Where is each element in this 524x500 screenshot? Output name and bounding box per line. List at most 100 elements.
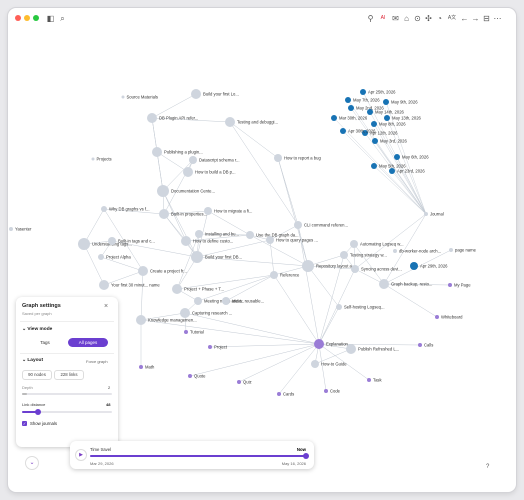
graph-node-dot[interactable] xyxy=(99,280,109,290)
forward-arrow-icon[interactable]: → xyxy=(471,14,480,23)
graph-node[interactable]: How-to Guide xyxy=(311,360,347,368)
graph-node-dot[interactable] xyxy=(172,284,182,294)
journal-node[interactable]: Mar 30th, 2026 xyxy=(331,115,368,121)
graph-node[interactable]: Documentation Cente... xyxy=(157,185,215,197)
play-button[interactable]: ▶ xyxy=(75,449,87,461)
graph-node[interactable]: Journal xyxy=(424,212,444,217)
journal-node-dot[interactable] xyxy=(340,128,346,134)
graph-node[interactable]: Project xyxy=(208,345,228,350)
graph-node[interactable]: Math xyxy=(139,365,155,370)
graph-node[interactable]: Datascript schema r... xyxy=(189,156,240,164)
person-icon[interactable]: ⚲ xyxy=(366,14,375,23)
graph-node-dot[interactable] xyxy=(448,283,452,287)
graph-node-dot[interactable] xyxy=(138,266,148,276)
ai-badge-icon[interactable]: AI xyxy=(377,14,389,23)
graph-node-dot[interactable] xyxy=(340,251,348,259)
graph-node[interactable]: Task xyxy=(367,378,383,383)
graph-node[interactable]: Why DB graphs vs f... xyxy=(101,206,150,212)
translate-icon[interactable]: A文 xyxy=(446,14,458,23)
graph-node[interactable]: Explanation xyxy=(314,339,349,349)
graph-node[interactable]: Apr 29th, 2026 xyxy=(410,262,448,270)
split-icon[interactable]: ⊟ xyxy=(482,14,491,23)
graph-node-dot[interactable] xyxy=(204,207,212,215)
graph-node[interactable]: Publish Refreshed L... xyxy=(346,344,399,354)
minimize-window-button[interactable] xyxy=(24,15,30,21)
graph-node-dot[interactable] xyxy=(350,240,358,248)
graph-node[interactable]: Calls xyxy=(418,343,433,348)
graph-node-dot[interactable] xyxy=(101,206,107,212)
graph-node-dot[interactable] xyxy=(194,297,202,305)
graph-node[interactable]: How to build a DB p... xyxy=(183,167,236,177)
graph-node[interactable]: Tutorial xyxy=(184,330,204,335)
graph-node[interactable]: DB Plugin API refer... xyxy=(147,113,198,123)
link-distance-slider[interactable] xyxy=(22,409,112,415)
graph-node-dot[interactable] xyxy=(324,389,328,393)
journal-node[interactable]: May 13th, 2026 xyxy=(384,115,422,121)
layout-toggle[interactable]: ⌄ Layout xyxy=(22,358,43,363)
back-arrow-icon[interactable]: ← xyxy=(460,14,469,23)
graph-node[interactable]: Graph backup, resto... xyxy=(379,279,432,289)
layout-preset[interactable]: Force graph xyxy=(86,359,108,364)
graph-node-dot[interactable] xyxy=(188,374,192,378)
graph-node-dot[interactable] xyxy=(191,251,203,263)
graph-node-dot[interactable] xyxy=(157,185,169,197)
graph-node[interactable]: My Page xyxy=(448,283,471,288)
maximize-window-button[interactable] xyxy=(33,15,39,21)
graph-node-dot[interactable] xyxy=(208,345,212,349)
graph-node[interactable]: Repository layout a... xyxy=(302,260,355,272)
graph-node[interactable]: How to report a bug xyxy=(274,154,321,162)
journal-node-dot[interactable] xyxy=(372,138,378,144)
graph-node-dot[interactable] xyxy=(336,304,342,310)
graph-node[interactable]: Capturing research ... xyxy=(180,308,232,318)
link-distance-handle[interactable] xyxy=(35,409,42,415)
graph-node-dot[interactable] xyxy=(314,339,324,349)
journal-node-dot[interactable] xyxy=(394,154,400,160)
graph-node-dot[interactable] xyxy=(379,279,389,289)
graph-node[interactable]: db-worker-node arch... xyxy=(393,249,441,254)
graph-node[interactable]: Cards xyxy=(277,392,294,397)
graph-node-dot[interactable] xyxy=(418,343,422,347)
journal-node-dot[interactable] xyxy=(389,168,395,174)
graph-node-dot[interactable] xyxy=(136,315,146,325)
graph-node[interactable]: Project + Phase + T... xyxy=(172,284,224,294)
time-travel-slider[interactable] xyxy=(90,453,309,459)
search-icon[interactable]: ⌕ xyxy=(58,14,67,23)
more-icon[interactable]: ⋯ xyxy=(493,14,502,23)
graph-node[interactable]: Your first 30 minut... name xyxy=(99,280,160,290)
graph-node[interactable]: Whiteboard xyxy=(435,315,463,320)
graph-node[interactable]: Reference xyxy=(270,271,300,279)
close-window-button[interactable] xyxy=(15,15,21,21)
graph-node-dot[interactable] xyxy=(183,167,193,177)
graph-node-dot[interactable] xyxy=(274,154,282,162)
graph-node-dot[interactable] xyxy=(435,315,439,319)
graph-node-dot[interactable] xyxy=(277,392,281,396)
graph-node-dot[interactable] xyxy=(237,380,241,384)
journal-node-dot[interactable] xyxy=(371,121,377,127)
journal-node[interactable]: May 9th, 2026 xyxy=(383,99,418,105)
collapse-button[interactable]: ⌄ xyxy=(25,456,39,470)
journal-node-dot[interactable] xyxy=(345,97,351,103)
graph-node-dot[interactable] xyxy=(225,117,235,127)
sidebar-icon[interactable]: ◧ xyxy=(46,14,55,23)
graph-node-dot[interactable] xyxy=(78,238,90,250)
journal-node-dot[interactable] xyxy=(331,115,337,121)
puzzle-icon[interactable]: ✣ xyxy=(424,14,433,23)
graph-node-dot[interactable] xyxy=(367,378,371,382)
graph-node[interactable]: Build your first Lo... xyxy=(191,89,239,99)
graph-node-dot[interactable] xyxy=(152,147,162,157)
graph-node[interactable]: Built-in properties... xyxy=(159,209,207,219)
view-mode-tags[interactable]: Tags xyxy=(26,338,64,347)
graph-node-dot[interactable] xyxy=(159,209,169,219)
graph-node-dot[interactable] xyxy=(121,95,125,99)
graph-node[interactable]: Build your first DB... xyxy=(191,251,242,263)
graph-node-dot[interactable] xyxy=(311,360,319,368)
graph-node[interactable]: Quiz xyxy=(237,380,252,385)
journal-node[interactable]: Apr 30th, 2026 xyxy=(340,128,376,134)
graph-node[interactable]: Ideas: reusable... xyxy=(222,297,264,305)
journal-node-dot[interactable] xyxy=(360,89,366,95)
graph-node-dot[interactable] xyxy=(189,156,197,164)
graph-node[interactable]: Testing strategy w... xyxy=(340,251,387,259)
graph-node[interactable]: page name xyxy=(449,248,477,253)
close-settings-button[interactable]: × xyxy=(104,303,108,310)
view-mode-toggle[interactable]: ⌄ View mode xyxy=(22,327,52,332)
